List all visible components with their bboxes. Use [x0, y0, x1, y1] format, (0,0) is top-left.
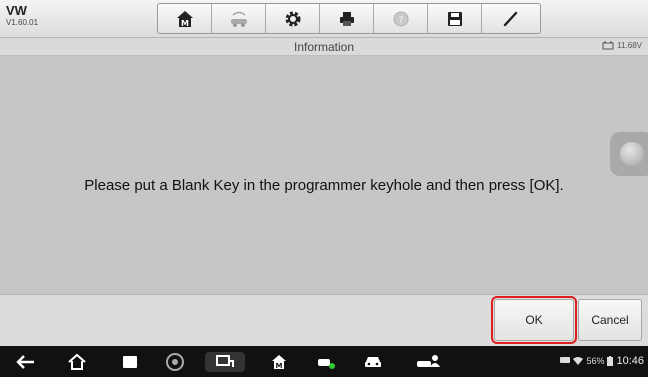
home-button[interactable]: M	[158, 4, 212, 33]
remote-connect-icon	[216, 355, 234, 367]
message-icon	[560, 357, 571, 363]
gear-icon	[285, 11, 300, 26]
battery-icon	[607, 356, 614, 366]
car-battery-icon	[602, 41, 614, 50]
vehicle-service-shortcut[interactable]	[315, 352, 339, 372]
back-button[interactable]	[14, 352, 38, 372]
toolbar: M ?	[157, 3, 541, 34]
back-arrow-icon	[16, 355, 34, 369]
diagnostics-home-shortcut[interactable]: M	[267, 352, 291, 372]
edit-button[interactable]	[482, 4, 540, 33]
app-version: V1.60.01	[6, 18, 39, 27]
assistive-circle-icon	[620, 142, 644, 166]
chrome-shortcut[interactable]	[163, 352, 187, 372]
button-bar: OK Cancel	[0, 294, 648, 346]
recent-apps-button[interactable]	[118, 352, 142, 372]
home-icon	[68, 353, 86, 370]
settings-button[interactable]	[266, 4, 320, 33]
print-button[interactable]	[320, 4, 374, 33]
vehicle-swap-icon	[230, 11, 247, 27]
status-area: 56% 10:46	[560, 355, 644, 367]
android-nav-bar: M 56% 10:46	[0, 346, 648, 377]
car-user-icon	[417, 355, 440, 367]
chrome-icon	[166, 353, 184, 371]
save-button[interactable]	[428, 4, 482, 33]
cancel-button[interactable]: Cancel	[578, 299, 642, 341]
recent-apps-icon	[123, 356, 137, 368]
ok-button[interactable]: OK	[491, 296, 577, 344]
home-m-icon: M	[272, 355, 286, 370]
home-nav-button[interactable]	[65, 352, 89, 372]
floating-assistive-button[interactable]	[610, 132, 648, 176]
brand: VW V1.60.01	[6, 4, 38, 27]
home-m-icon: M	[176, 10, 193, 28]
printer-icon	[339, 11, 354, 26]
svg-text:M: M	[276, 362, 283, 370]
car-icon	[365, 357, 381, 367]
car-shortcut[interactable]	[361, 352, 385, 372]
save-icon	[447, 11, 462, 26]
vehicle-swap-button[interactable]	[212, 4, 266, 33]
page-title: Information	[293, 40, 355, 54]
top-bar: VW V1.60.01 M ?	[0, 0, 648, 38]
pen-icon	[503, 11, 518, 26]
app-name: VW	[6, 3, 27, 18]
wifi-icon	[573, 357, 584, 365]
svg-text:?: ?	[398, 15, 403, 26]
help-icon: ?	[393, 11, 408, 26]
title-bar: Information 11.68V	[0, 38, 648, 56]
car-wrench-icon	[318, 359, 335, 369]
remote-connect-shortcut[interactable]	[205, 352, 245, 372]
svg-text:M: M	[181, 19, 189, 28]
battery-voltage: 11.68V	[617, 41, 642, 50]
clock: 10:46	[616, 355, 644, 367]
help-button[interactable]: ?	[374, 4, 428, 33]
battery-percent: 56%	[586, 356, 605, 366]
information-message: Please put a Blank Key in the programmer…	[84, 177, 564, 194]
content-area: Please put a Blank Key in the programmer…	[0, 57, 648, 294]
car-user-shortcut[interactable]	[415, 352, 441, 372]
battery-indicator: 11.68V	[602, 41, 642, 50]
